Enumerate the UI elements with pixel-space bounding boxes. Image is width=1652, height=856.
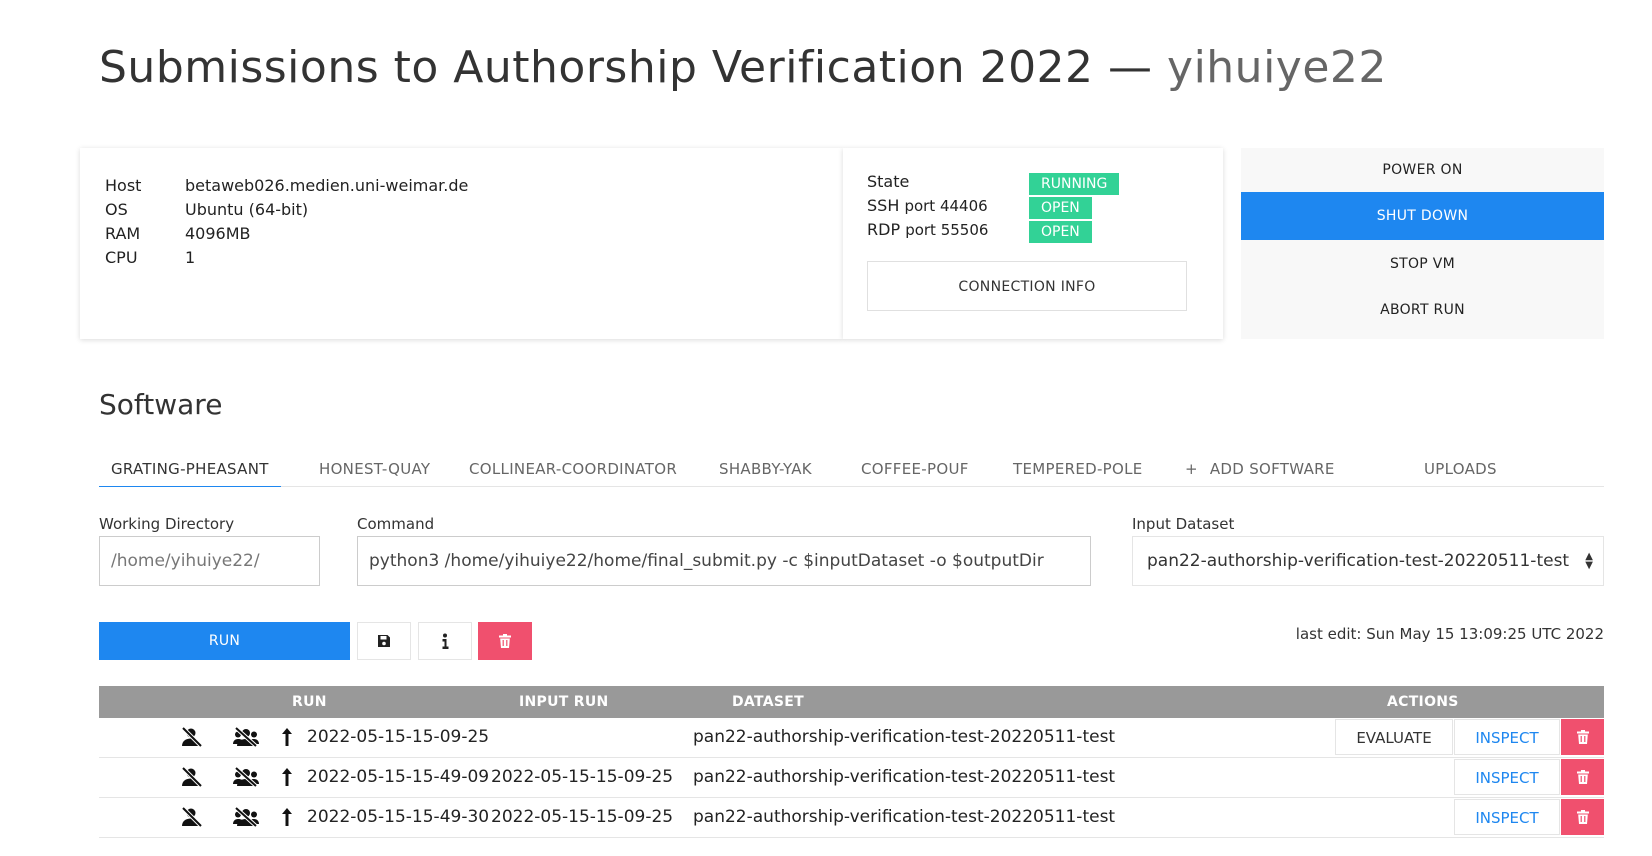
spec-key: CPU xyxy=(105,247,138,267)
ssh-port: port 44406 xyxy=(904,197,988,215)
dataset-name: pan22-authorship-verification-test-20220… xyxy=(693,727,1116,747)
header-run: RUN xyxy=(292,694,327,710)
rdp-port: port 55506 xyxy=(905,221,989,239)
spec-value: 1 xyxy=(185,247,196,267)
table-row: 2022-05-15-15-09-25 pan22-authorship-ver… xyxy=(99,718,1604,758)
state-row: State RUNNING xyxy=(867,172,1120,195)
upload-arrow-icon[interactable] xyxy=(281,727,293,747)
input-dataset-value: pan22-authorship-verification-test-20220… xyxy=(1147,551,1570,571)
page-title: Submissions to Authorship Verification 2… xyxy=(99,42,1387,93)
tab-add-software[interactable]: + ADD SOFTWARE xyxy=(1185,452,1335,486)
hide-from-participant-icon[interactable] xyxy=(180,727,204,747)
hide-from-public-icon[interactable] xyxy=(233,767,259,787)
hide-from-participant-icon[interactable] xyxy=(180,767,204,787)
table-row: 2022-05-15-15-49-09 2022-05-15-15-09-25 … xyxy=(99,758,1604,798)
inspect-button[interactable]: INSPECT xyxy=(1454,759,1560,795)
tab-tempered-pole[interactable]: TEMPERED-POLE xyxy=(1013,452,1143,486)
plus-icon: + xyxy=(1185,460,1198,478)
last-edit-text: last edit: Sun May 15 13:09:25 UTC 2022 xyxy=(1295,625,1604,643)
command-label: Command xyxy=(357,515,435,533)
tab-coffee-pouf[interactable]: COFFEE-POUF xyxy=(861,452,969,486)
software-tabs: GRATING-PHEASANT HONEST-QUAY COLLINEAR-C… xyxy=(99,452,1604,487)
info-icon xyxy=(442,633,449,649)
header-dataset: DATASET xyxy=(732,694,804,710)
run-id: 2022-05-15-15-49-30 xyxy=(307,807,490,827)
vm-state-card: State RUNNING SSH port 44406 OPEN RDP po… xyxy=(843,148,1223,339)
delete-run-button[interactable] xyxy=(1561,719,1604,755)
vm-spec-card: Host betaweb026.medien.uni-weimar.de OS Ub… xyxy=(80,148,843,339)
spec-row-cpu: CPU 1 xyxy=(105,245,468,269)
page-title-prefix: Submissions to Authorship Verification 2… xyxy=(99,42,1168,93)
spec-row-os: OS Ubuntu (64-bit) xyxy=(105,197,468,221)
run-id: 2022-05-15-15-49-09 xyxy=(307,767,490,787)
hide-from-public-icon[interactable] xyxy=(233,807,259,827)
working-directory-input[interactable]: /home/yihuiye22/ xyxy=(99,536,320,586)
abort-run-button[interactable]: ABORT RUN xyxy=(1241,288,1604,332)
spec-row-ram: RAM 4096MB xyxy=(105,221,468,245)
ssh-status-badge: OPEN xyxy=(1029,197,1092,219)
save-icon xyxy=(378,635,390,647)
trash-icon xyxy=(1576,770,1589,784)
table-row: 2022-05-15-15-49-30 2022-05-15-15-09-25 … xyxy=(99,798,1604,838)
stop-vm-button[interactable]: STOP VM xyxy=(1241,240,1604,288)
trash-icon xyxy=(1576,730,1589,744)
hide-from-public-icon[interactable] xyxy=(233,727,259,747)
info-button[interactable] xyxy=(418,622,472,660)
upload-arrow-icon[interactable] xyxy=(281,767,293,787)
connection-info-button[interactable]: CONNECTION INFO xyxy=(867,261,1187,311)
rdp-row: RDP port 55506 OPEN xyxy=(867,220,1092,243)
ssh-row: SSH port 44406 OPEN xyxy=(867,196,1092,219)
vm-spec-table: Host betaweb026.medien.uni-weimar.de OS Ub… xyxy=(105,173,468,269)
input-run-id: 2022-05-15-15-09-25 xyxy=(491,807,674,827)
ssh-label: SSH xyxy=(867,196,900,215)
spec-value: betaweb026.medien.uni-weimar.de xyxy=(185,175,469,195)
rdp-status-badge: OPEN xyxy=(1029,221,1092,243)
tab-grating-pheasant[interactable]: GRATING-PHEASANT xyxy=(99,452,281,487)
save-button[interactable] xyxy=(357,622,411,660)
input-dataset-select[interactable]: pan22-authorship-verification-test-20220… xyxy=(1132,536,1604,586)
spec-key: OS xyxy=(105,199,128,219)
delete-run-button[interactable] xyxy=(1561,759,1604,795)
trash-icon xyxy=(499,634,511,648)
header-actions: ACTIONS xyxy=(1387,694,1459,710)
power-on-button[interactable]: POWER ON xyxy=(1241,148,1604,192)
tab-collinear-coordinator[interactable]: COLLINEAR-COORDINATOR xyxy=(469,452,677,486)
spec-key: RAM xyxy=(105,223,141,243)
input-run-id: 2022-05-15-15-09-25 xyxy=(491,767,674,787)
delete-software-button[interactable] xyxy=(478,622,532,660)
state-label: State xyxy=(867,172,910,191)
inspect-button[interactable]: INSPECT xyxy=(1454,719,1560,755)
hide-from-participant-icon[interactable] xyxy=(180,807,204,827)
tab-add-software-label: ADD SOFTWARE xyxy=(1209,460,1335,478)
run-id: 2022-05-15-15-09-25 xyxy=(307,727,490,747)
spec-key: Host xyxy=(105,175,142,195)
tab-shabby-yak[interactable]: SHABBY-YAK xyxy=(719,452,812,486)
runs-table: RUN INPUT RUN DATASET ACTIONS 2022-05-15… xyxy=(99,686,1604,838)
upload-arrow-icon[interactable] xyxy=(281,807,293,827)
spec-value: Ubuntu (64-bit) xyxy=(185,199,309,219)
evaluate-button[interactable]: EVALUATE xyxy=(1335,719,1453,755)
select-arrows-icon: ▲ ▼ xyxy=(1585,551,1593,571)
spec-value: 4096MB xyxy=(185,223,251,243)
state-badge: RUNNING xyxy=(1029,173,1120,195)
tab-uploads[interactable]: UPLOADS xyxy=(1424,452,1497,486)
run-button[interactable]: RUN xyxy=(99,622,350,660)
delete-run-button[interactable] xyxy=(1561,799,1604,835)
trash-icon xyxy=(1576,810,1589,824)
rdp-label: RDP xyxy=(867,220,901,239)
working-directory-label: Working Directory xyxy=(99,515,235,533)
input-dataset-label: Input Dataset xyxy=(1132,515,1235,533)
spec-row-host: Host betaweb026.medien.uni-weimar.de xyxy=(105,173,468,197)
page-title-user: yihuiye22 xyxy=(1167,42,1387,93)
command-input[interactable]: python3 /home/yihuiye22/home/final_submi… xyxy=(357,536,1091,586)
dataset-name: pan22-authorship-verification-test-20220… xyxy=(693,767,1116,787)
software-section-title: Software xyxy=(99,388,223,421)
vm-control-panel: POWER ON SHUT DOWN STOP VM ABORT RUN xyxy=(1241,148,1604,339)
tab-honest-quay[interactable]: HONEST-QUAY xyxy=(319,452,430,486)
header-input-run: INPUT RUN xyxy=(519,694,609,710)
inspect-button[interactable]: INSPECT xyxy=(1454,799,1560,835)
runs-table-header: RUN INPUT RUN DATASET ACTIONS xyxy=(99,686,1604,718)
shut-down-button[interactable]: SHUT DOWN xyxy=(1241,192,1604,240)
dataset-name: pan22-authorship-verification-test-20220… xyxy=(693,807,1116,827)
